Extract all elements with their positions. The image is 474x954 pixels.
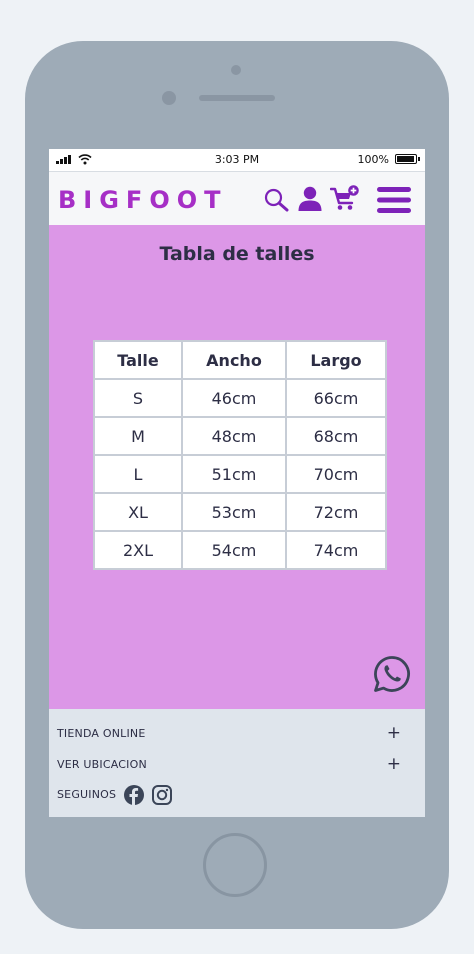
earpiece-speaker bbox=[199, 95, 275, 101]
home-button[interactable] bbox=[203, 833, 267, 897]
app-header: BIGFOOT bbox=[49, 172, 425, 225]
page-title: Tabla de talles bbox=[159, 243, 315, 265]
column-header-largo: Largo bbox=[285, 340, 387, 380]
proximity-sensor bbox=[231, 65, 241, 75]
length-cell: 70cm bbox=[285, 454, 387, 494]
table-row: M 48cm 68cm bbox=[93, 416, 387, 456]
width-cell: 51cm bbox=[181, 454, 287, 494]
whatsapp-icon[interactable] bbox=[373, 655, 411, 693]
footer-item-label: VER UBICACION bbox=[57, 758, 147, 771]
size-cell: L bbox=[93, 454, 183, 494]
width-cell: 53cm bbox=[181, 492, 287, 532]
size-cell: 2XL bbox=[93, 530, 183, 570]
table-row: XL 53cm 72cm bbox=[93, 492, 387, 532]
table-row: S 46cm 66cm bbox=[93, 378, 387, 418]
table-row: L 51cm 70cm bbox=[93, 454, 387, 494]
size-cell: M bbox=[93, 416, 183, 456]
footer-item-tienda-online[interactable]: TIENDA ONLINE + bbox=[57, 723, 401, 745]
table-header-row: Talle Ancho Largo bbox=[93, 340, 387, 380]
column-header-ancho: Ancho bbox=[181, 340, 287, 380]
footer-item-label: TIENDA ONLINE bbox=[57, 727, 146, 740]
length-cell: 68cm bbox=[285, 416, 387, 456]
length-cell: 74cm bbox=[285, 530, 387, 570]
footer-item-ver-ubicacion[interactable]: VER UBICACION + bbox=[57, 754, 401, 776]
front-camera bbox=[162, 91, 176, 105]
footer: TIENDA ONLINE + VER UBICACION + SEGUINOS bbox=[49, 709, 425, 817]
size-cell: XL bbox=[93, 492, 183, 532]
expand-plus-icon[interactable]: + bbox=[387, 754, 401, 774]
social-label: SEGUINOS bbox=[57, 788, 117, 801]
instagram-icon[interactable] bbox=[152, 785, 172, 805]
size-cell: S bbox=[93, 378, 183, 418]
phone-screen: 3:03 PM 100% BIGFOOT Tabla de talles Tal… bbox=[49, 149, 425, 817]
status-bar: 3:03 PM 100% bbox=[49, 149, 425, 172]
brand-logo[interactable]: BIGFOOT bbox=[58, 186, 228, 214]
size-table: Talle Ancho Largo S 46cm 66cm M 48cm 68c… bbox=[93, 340, 387, 570]
column-header-talle: Talle bbox=[93, 340, 183, 380]
search-icon[interactable] bbox=[264, 188, 290, 212]
user-icon[interactable] bbox=[298, 186, 322, 212]
width-cell: 46cm bbox=[181, 378, 287, 418]
footer-social: SEGUINOS bbox=[57, 785, 401, 805]
menu-icon[interactable] bbox=[377, 186, 411, 214]
width-cell: 54cm bbox=[181, 530, 287, 570]
facebook-icon[interactable] bbox=[124, 785, 144, 805]
length-cell: 72cm bbox=[285, 492, 387, 532]
battery-icon bbox=[395, 154, 420, 164]
main-content: Tabla de talles Talle Ancho Largo S 46cm… bbox=[49, 225, 425, 709]
battery-percent: 100% bbox=[357, 153, 389, 166]
width-cell: 48cm bbox=[181, 416, 287, 456]
table-row: 2XL 54cm 74cm bbox=[93, 530, 387, 570]
length-cell: 66cm bbox=[285, 378, 387, 418]
expand-plus-icon[interactable]: + bbox=[387, 723, 401, 743]
cart-add-icon[interactable] bbox=[330, 184, 360, 212]
